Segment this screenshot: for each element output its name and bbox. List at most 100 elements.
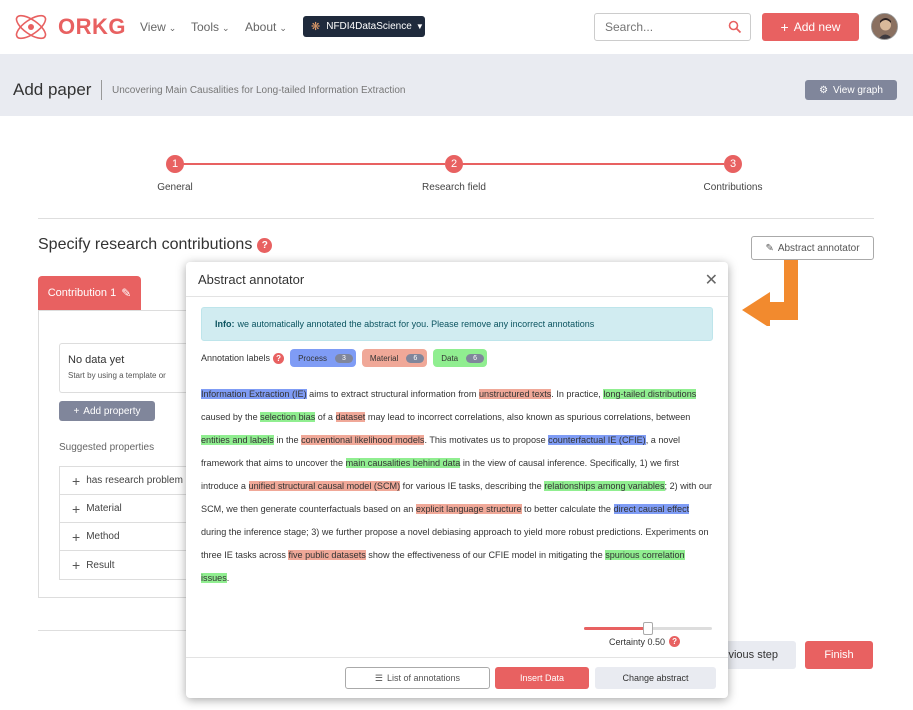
insert-data-button[interactable]: Insert Data [495,667,589,689]
label-chip-data[interactable]: Data 6 [433,349,488,367]
suggested-properties-label: Suggested properties [59,442,155,453]
suggested-property[interactable]: + has research problem [60,467,199,495]
annotation-labels-caption: Annotation labels [201,353,271,363]
info-label: Info: [215,319,235,329]
list-annotations-button[interactable]: ☰ List of annotations [345,667,490,689]
chip-label: Process [298,353,327,363]
chevron-down-icon: ⌄ [222,23,230,33]
label-chip-process[interactable]: Process 3 [290,349,356,367]
view-graph-button[interactable]: ⚙ View graph [805,80,897,100]
add-property-label: Add property [83,405,141,417]
orange-arrow-icon [742,260,798,326]
suggested-properties-list: + has research problem + Material + Method … [59,466,199,580]
certainty-slider[interactable] [584,622,712,635]
certainty-label: Certainty 0.50 [609,636,666,647]
nav-view[interactable]: View ⌄ [140,20,176,34]
annotation-data[interactable]: selection bias [260,412,316,422]
annotation-data[interactable]: long-tailed distributions [603,389,697,399]
nfdi-icon: ❋ [311,21,321,33]
add-new-button[interactable]: + Add new [762,13,859,41]
user-avatar-icon [872,14,897,39]
help-icon[interactable]: ? [669,636,681,647]
plus-icon: + [72,528,81,545]
nfdi-label: NFDI4DataScience [326,21,412,32]
graph-icon: ⚙ [819,84,829,96]
chevron-down-icon: ⌄ [279,23,287,33]
nav-tools[interactable]: Tools ⌄ [191,20,230,34]
nfdi-dropdown[interactable]: ❋ NFDI4DataScience ▼ [303,16,425,37]
abstract-annotator-button[interactable]: ✎ Abstract annotator [751,236,874,260]
suggested-property-label: Result [86,559,115,571]
tab-contribution-1[interactable]: Contribution 1 ✎ [38,276,141,310]
annotation-material[interactable]: unstructured texts [478,389,552,399]
step-3-circle[interactable]: 3 [724,155,742,173]
page-title: Add paper [13,80,92,99]
suggested-property[interactable]: + Method [60,523,199,551]
step-2-circle[interactable]: 2 [445,155,463,173]
modal-footer-divider [186,657,728,658]
plus-icon: + [72,500,81,517]
annotation-material[interactable]: conventional likelihood models [301,435,425,445]
certainty-readout: Certainty 0.50 ? [609,636,681,647]
search-input[interactable] [595,14,715,40]
label-chip-material[interactable]: Material 6 [361,349,428,367]
slider-handle[interactable] [643,622,653,635]
abstract-text: show the effectiveness of our CFIE model… [365,550,606,560]
close-icon[interactable]: ✕ [705,270,718,290]
chip-label: Data [441,353,459,363]
step-connector [462,163,724,165]
avatar[interactable] [871,13,898,40]
logo-text: ORKG [58,14,126,39]
annotation-material[interactable]: dataset [335,412,366,422]
finish-button[interactable]: Finish [805,641,873,669]
suggested-property[interactable]: + Result [60,551,199,579]
annotation-process[interactable]: Information Extraction (IE) [201,389,307,399]
annotation-process[interactable]: counterfactual IE (CFIE) [548,435,646,445]
plus-icon: + [72,472,81,489]
nav-tools-label: Tools [191,20,220,34]
add-new-label: Add new [793,20,841,34]
abstract-text: to better calculate the [521,504,614,514]
abstract-text: for various IE tasks, describing the [400,481,545,491]
section-title: Specify research contributions ? [38,236,273,254]
list-icon: ☰ [374,672,383,683]
chevron-down-icon: ▼ [415,22,424,31]
pencil-icon[interactable]: ✎ [121,286,131,300]
paper-title: Uncovering Main Causalities for Long-tai… [112,85,406,96]
chip-label: Material [369,353,399,363]
abstract-text: of a [315,412,336,422]
pencil-icon: ✎ [765,242,774,254]
abstract-annotator-modal: Abstract annotator ✕ Info: we automatica… [186,262,728,698]
add-property-button[interactable]: + Add property [59,401,155,421]
nav-about[interactable]: About ⌄ [245,20,287,34]
annotation-data[interactable]: main causalities behind data [345,458,461,468]
abstract-text: aims to extract structural information f… [306,389,479,399]
divider [38,630,188,631]
suggested-property[interactable]: + Material [60,495,199,523]
step-1-circle[interactable]: 1 [166,155,184,173]
annotation-material[interactable]: unified structural causal model (SCM) [248,481,401,491]
help-icon[interactable]: ? [257,237,273,253]
annotation-labels: Annotation labels ? Process 3 Material 6… [201,349,493,367]
suggested-property-label: Method [86,531,120,542]
annotated-abstract: Information Extraction (IE) aims to extr… [201,383,713,590]
chip-count: 6 [466,353,485,363]
search-icon[interactable] [728,20,742,34]
change-abstract-button[interactable]: Change abstract [595,667,716,689]
orkg-logo[interactable]: ORKG [12,10,126,44]
no-data-subtitle: Start by using a template or [68,371,166,380]
annotation-process[interactable]: direct causal effect [613,504,690,514]
navbar: ORKG View ⌄ Tools ⌄ About ⌄ ❋ NFDI4DataScie… [0,0,913,54]
info-text: we automatically annotated the abstract … [237,319,595,329]
annotation-material[interactable]: explicit language structure [415,504,522,514]
annotation-data[interactable]: relationships among variables [544,481,665,491]
help-icon[interactable]: ? [273,352,285,364]
modal-title: Abstract annotator [198,272,305,287]
orkg-logo-icon [15,14,47,40]
view-graph-label: View graph [833,84,883,96]
search-box [594,13,751,41]
list-annotations-label: List of annotations [387,673,461,683]
annotation-material[interactable]: five public datasets [288,550,366,560]
annotation-data[interactable]: entities and labels [201,435,274,445]
suggested-property-label: Material [86,503,122,514]
